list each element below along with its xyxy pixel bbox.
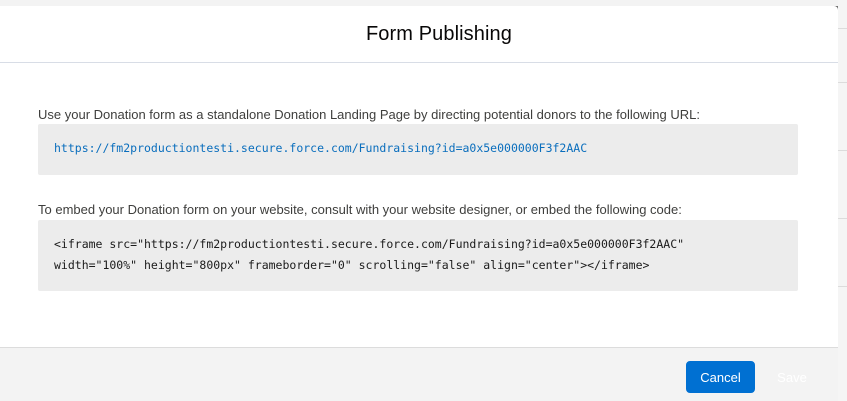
- background-divider: [838, 150, 847, 151]
- background-divider: [838, 286, 847, 287]
- modal-title: Form Publishing: [365, 22, 512, 45]
- save-button[interactable]: Save: [770, 361, 814, 393]
- form-publishing-modal: Form Publishing Use your Donation form a…: [0, 6, 838, 401]
- modal-backdrop[interactable]: Form Publishing Use your Donation form a…: [0, 0, 847, 401]
- embed-code-line: <iframe src="https://fm2productiontesti.…: [54, 237, 685, 251]
- modal-header: Form Publishing: [0, 6, 838, 63]
- embed-code-line: width="100%" height="800px" frameborder=…: [54, 258, 650, 272]
- background-divider: [838, 82, 847, 83]
- embed-description: To embed your Donation form on your webs…: [38, 202, 682, 217]
- background-divider: [838, 218, 847, 219]
- background-divider: [838, 28, 847, 29]
- embed-code-box[interactable]: <iframe src="https://fm2productiontesti.…: [38, 220, 798, 291]
- landing-page-url-link[interactable]: https://fm2productiontesti.secure.force.…: [54, 141, 587, 155]
- url-description: Use your Donation form as a standalone D…: [38, 107, 700, 122]
- background-page-edge: [838, 0, 847, 401]
- cancel-button[interactable]: Cancel: [686, 361, 755, 393]
- url-box: https://fm2productiontesti.secure.force.…: [38, 124, 798, 175]
- modal-footer: Cancel Save: [0, 347, 838, 401]
